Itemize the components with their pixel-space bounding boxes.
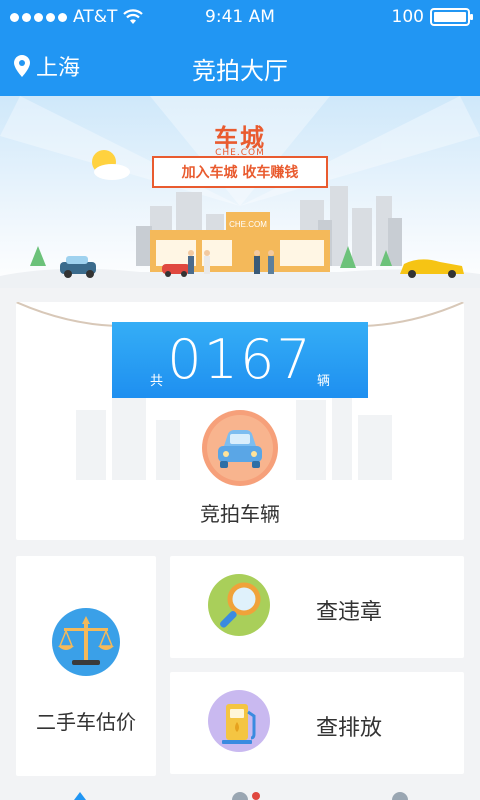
battery-percent: 100 — [391, 7, 424, 27]
counter-suffix: 辆 — [316, 374, 330, 389]
nav-bar: 上海 竞拍大厅 — [0, 36, 480, 96]
auction-vehicles-card[interactable]: 共 0167 辆 竞拍车辆 — [16, 302, 464, 540]
magnifier-icon — [208, 574, 270, 636]
car-icon — [202, 410, 278, 486]
status-bar: AT&T 9:41 AM 100 — [0, 0, 480, 36]
slogan-text: 加入车城 收车赚钱 — [181, 165, 299, 181]
battery-icon — [430, 8, 473, 26]
slogan-ribbon: 加入车城 收车赚钱 — [138, 156, 342, 192]
used-car-valuation-card[interactable]: 二手车估价 — [16, 556, 156, 776]
traffic-violation-label: 查违章 — [316, 600, 383, 625]
emission-check-label: 查排放 — [316, 716, 383, 741]
building-sign: CHE.COM — [229, 220, 267, 229]
emission-check-card[interactable]: 查排放 — [170, 672, 464, 774]
traffic-violation-card[interactable]: 查违章 — [170, 556, 464, 658]
tab-bar-peek — [74, 792, 408, 800]
battery-group: 100 — [391, 7, 473, 27]
scale-icon — [52, 608, 120, 676]
fuel-pump-icon — [208, 690, 270, 752]
promo-banner[interactable]: CHE.COM 车城 CHE.COM 加入车城 收车赚钱 — [0, 96, 480, 288]
page-title: 竞拍大厅 — [192, 57, 288, 85]
used-car-valuation-label: 二手车估价 — [36, 710, 136, 734]
auction-vehicles-label: 竞拍车辆 — [200, 502, 280, 526]
vehicle-counter: 共 0167 辆 — [112, 322, 368, 398]
